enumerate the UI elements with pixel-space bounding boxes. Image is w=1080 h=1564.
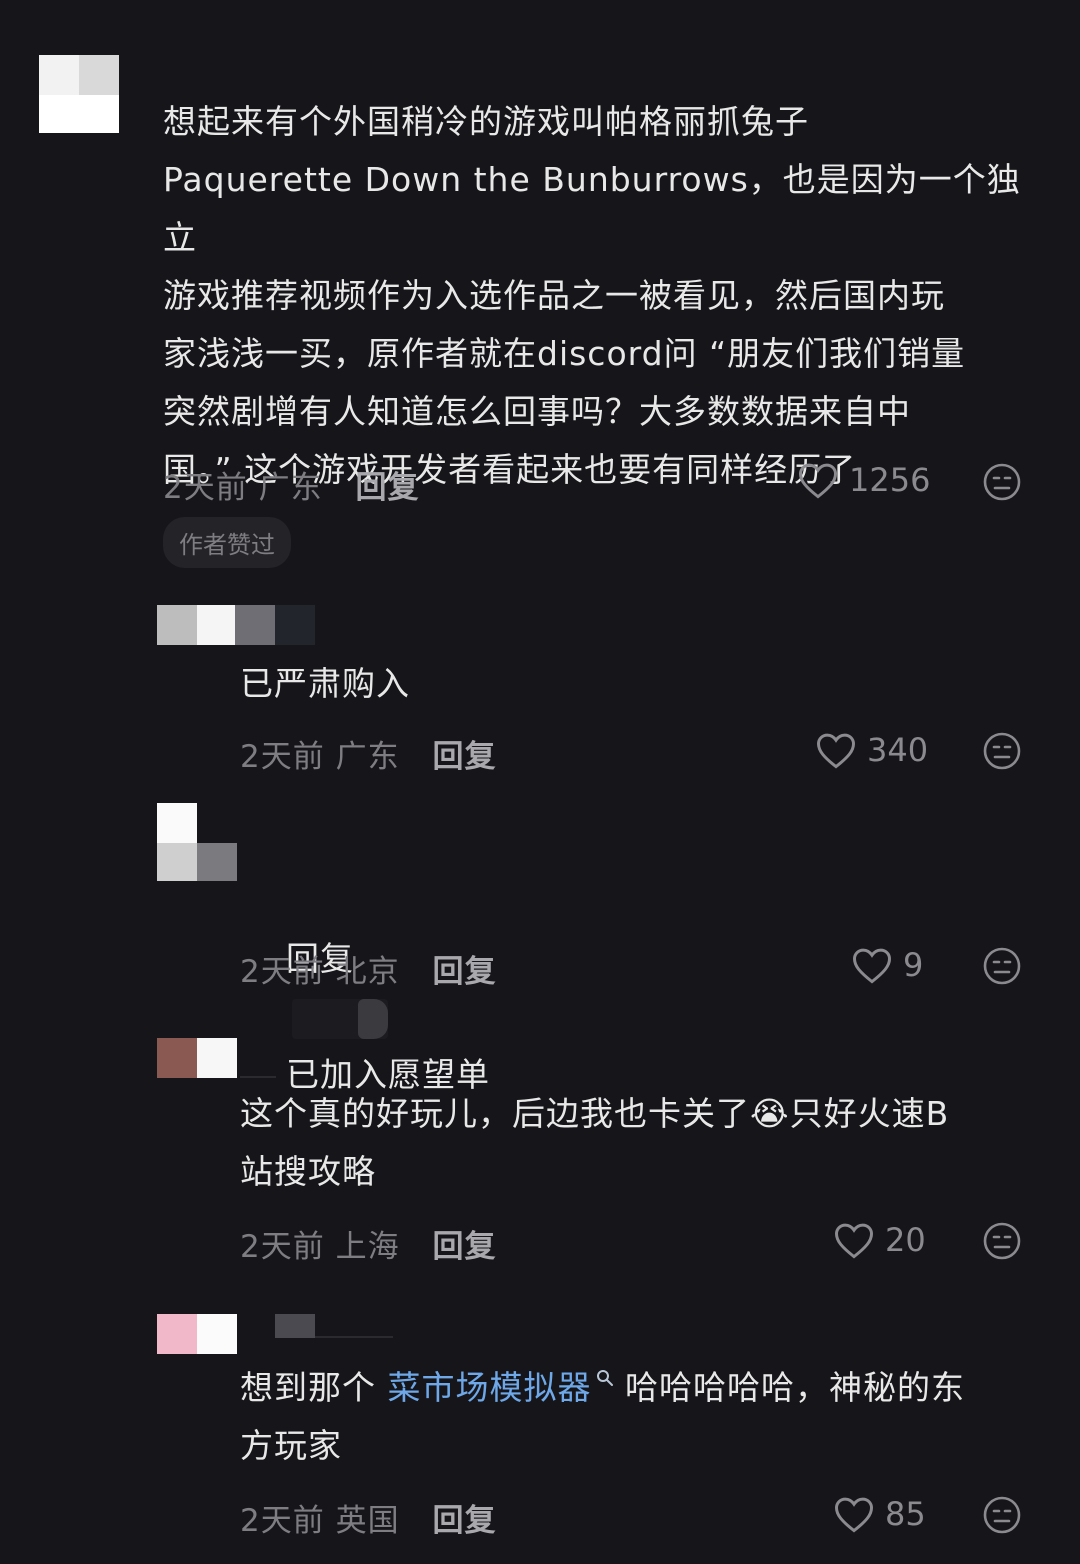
username-placeholder: [240, 1076, 276, 1078]
like-button[interactable]: 340: [815, 730, 928, 770]
reply-button[interactable]: 回复: [355, 470, 419, 506]
comment-location: 北京: [335, 954, 400, 990]
username-placeholder-line: [315, 1336, 393, 1338]
avatar[interactable]: [157, 1038, 237, 1078]
avatar[interactable]: [157, 605, 315, 645]
like-count: 9: [903, 946, 924, 984]
like-button[interactable]: 9: [851, 945, 923, 985]
search-link[interactable]: 菜市场模拟器: [388, 1368, 592, 1407]
mention-avatar[interactable]: [291, 998, 388, 1039]
like-button[interactable]: 1256: [797, 460, 930, 500]
comment-location: 英国: [335, 1503, 400, 1539]
crying-emoji: 😭: [750, 1094, 790, 1133]
comment-text: 已严肃购入: [240, 664, 410, 703]
like-count: 85: [885, 1495, 926, 1533]
comment-meta: 2天前 广东 回复: [240, 731, 496, 776]
comment-meta: 2天前 北京 回复: [240, 946, 496, 991]
comment-text: 这个真的好玩儿，后边我也卡关了😭只好火速B 站搜攻略: [240, 1085, 1030, 1201]
reply-button[interactable]: 回复: [432, 739, 496, 775]
neutral-face-icon[interactable]: [982, 462, 1022, 502]
heart-outline-icon: [853, 948, 891, 984]
heart-outline-icon: [835, 1497, 873, 1533]
comment-meta: 2天前 英国 回复: [240, 1495, 496, 1540]
neutral-face-icon[interactable]: [982, 1221, 1022, 1261]
comment-location: 广东: [258, 470, 323, 506]
avatar[interactable]: [157, 1314, 237, 1354]
comment-time: 2天前: [240, 1229, 325, 1265]
comment-text: 想到那个 菜市场模拟器 哈哈哈哈哈，神秘的东 方玩家: [240, 1359, 1040, 1475]
comment-text: 想起来有个外国稍冷的游戏叫帕格丽抓兔子 Paquerette Down the …: [163, 102, 1021, 489]
neutral-face-icon[interactable]: [982, 946, 1022, 986]
reply-button[interactable]: 回复: [432, 1229, 496, 1265]
comment-time: 2天前: [240, 954, 325, 990]
comment-time: 2天前: [163, 470, 248, 506]
like-count: 1256: [849, 461, 931, 499]
like-button[interactable]: 85: [833, 1494, 926, 1534]
neutral-face-icon[interactable]: [982, 1495, 1022, 1535]
reply-button[interactable]: 回复: [432, 954, 496, 990]
heart-outline-icon: [835, 1223, 873, 1259]
avatar[interactable]: [39, 55, 119, 133]
comment-time: 2天前: [240, 739, 325, 775]
like-count: 20: [885, 1221, 926, 1259]
avatar[interactable]: [157, 803, 237, 881]
heart-outline-icon: [817, 733, 855, 769]
search-icon[interactable]: [596, 1369, 614, 1387]
like-button[interactable]: 20: [833, 1220, 926, 1260]
heart-outline-icon: [799, 463, 837, 499]
comment-text-part1: 这个真的好玩儿，后边我也卡关了: [240, 1094, 750, 1133]
comment-location: 广东: [335, 739, 400, 775]
reply-button[interactable]: 回复: [432, 1503, 496, 1539]
neutral-face-icon[interactable]: [982, 731, 1022, 771]
author-liked-badge: 作者赞过: [163, 517, 291, 568]
like-count: 340: [867, 731, 929, 769]
comment-text-part1: 想到那个: [240, 1368, 388, 1407]
comment-location: 上海: [335, 1229, 400, 1265]
comment-meta: 2天前 上海 回复: [240, 1221, 496, 1266]
comment-time: 2天前: [240, 1503, 325, 1539]
username-placeholder: [275, 1314, 315, 1338]
comment-meta: 2天前 广东 回复: [163, 462, 419, 507]
